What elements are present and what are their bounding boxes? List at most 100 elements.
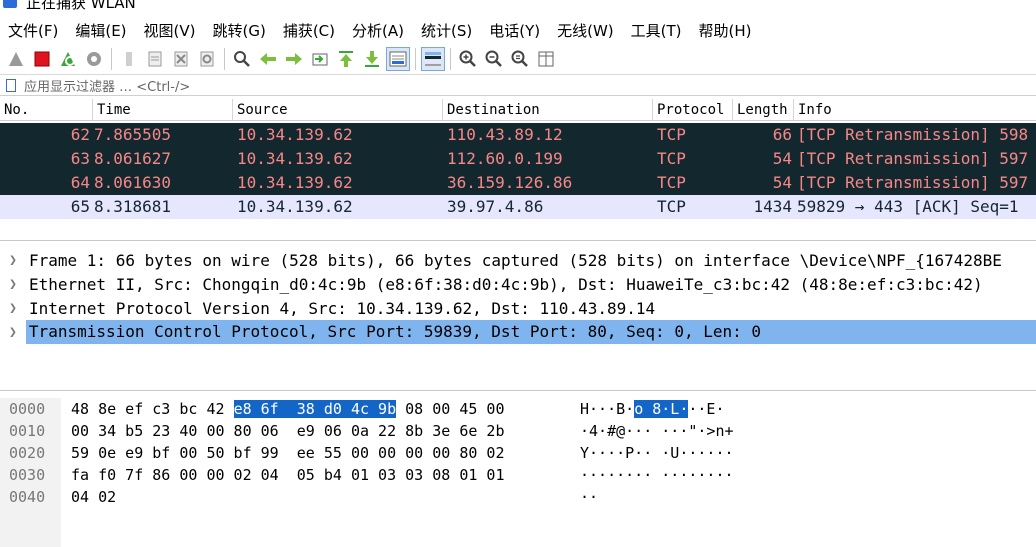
hex-ascii[interactable]: H···B·o 8·L···E· bbox=[580, 400, 725, 418]
packet-protocol: TCP bbox=[657, 197, 686, 216]
menu-tools[interactable]: 工具(T) bbox=[623, 20, 691, 41]
hex-bytes[interactable]: fa f0 7f 86 00 00 02 04 05 b4 01 03 03 0… bbox=[71, 466, 504, 484]
packet-time: 8.061630 bbox=[94, 173, 172, 192]
hex-ascii[interactable]: ········ ········ bbox=[580, 466, 734, 484]
bookmark-icon[interactable] bbox=[6, 78, 16, 92]
menu-telephony[interactable]: 电话(Y) bbox=[481, 20, 549, 41]
column-header-no[interactable]: No. bbox=[0, 99, 93, 120]
packet-info: 59829 → 443 [ACK] Seq=1 bbox=[797, 197, 1019, 216]
menu-go[interactable]: 跳转(G) bbox=[205, 20, 275, 41]
go-last-icon[interactable] bbox=[360, 47, 384, 71]
column-header-time[interactable]: Time bbox=[93, 99, 233, 120]
hex-ascii-a[interactable]: H···B· bbox=[580, 400, 634, 418]
packet-source: 10.34.139.62 bbox=[237, 197, 353, 216]
zoom-in-icon[interactable] bbox=[456, 47, 480, 71]
zoom-out-icon[interactable] bbox=[482, 47, 506, 71]
packet-row-selected[interactable]: 65 8.318681 10.34.139.62 39.97.4.86 TCP … bbox=[0, 195, 1036, 219]
close-file-icon[interactable] bbox=[169, 47, 193, 71]
colorize-icon[interactable] bbox=[421, 47, 445, 71]
packet-row[interactable]: 63 8.061627 10.34.139.62 112.60.0.199 TC… bbox=[0, 147, 1036, 171]
resize-columns-icon[interactable] bbox=[534, 47, 558, 71]
shark-fin-start-icon[interactable] bbox=[4, 47, 28, 71]
toolbar-divider bbox=[450, 48, 451, 70]
find-packet-icon[interactable] bbox=[230, 47, 254, 71]
column-header-protocol[interactable]: Protocol bbox=[653, 99, 733, 120]
hex-bytes[interactable]: 00 34 b5 23 40 00 80 06 e9 06 0a 22 8b 3… bbox=[71, 422, 504, 440]
menu-edit[interactable]: 编辑(E) bbox=[67, 20, 135, 41]
hex-offset: 0020 bbox=[9, 444, 46, 462]
menu-help[interactable]: 帮助(H) bbox=[691, 20, 761, 41]
packet-no: 62 bbox=[70, 125, 90, 144]
menu-file[interactable]: 文件(F) bbox=[0, 20, 67, 41]
hex-bytes-a[interactable]: 48 8e ef c3 bc 42 bbox=[71, 400, 234, 418]
menu-wireless[interactable]: 无线(W) bbox=[549, 20, 623, 41]
display-filter-bar[interactable]: 应用显示过滤器 … <Ctrl-/> bbox=[0, 74, 1036, 96]
pane-divider[interactable] bbox=[0, 390, 1036, 391]
packet-source: 10.34.139.62 bbox=[237, 149, 353, 168]
packet-source: 10.34.139.62 bbox=[237, 125, 353, 144]
hex-ascii-highlight[interactable]: o 8·L· bbox=[634, 400, 689, 418]
hex-ascii[interactable]: ·4·#@··· ···"·>n+ bbox=[580, 422, 734, 440]
go-first-icon[interactable] bbox=[334, 47, 358, 71]
menu-view[interactable]: 视图(V) bbox=[136, 20, 205, 41]
go-back-icon[interactable] bbox=[256, 47, 280, 71]
column-header-info[interactable]: Info bbox=[794, 99, 1036, 120]
chevron-right-icon[interactable]: ❯ bbox=[0, 325, 26, 340]
pane-divider[interactable] bbox=[0, 240, 1036, 241]
go-to-packet-icon[interactable] bbox=[308, 47, 332, 71]
menu-bar: 文件(F) 编辑(E) 视图(V) 跳转(G) 捕获(C) 分析(A) 统计(S… bbox=[0, 15, 1036, 45]
chevron-right-icon[interactable]: ❯ bbox=[0, 301, 26, 316]
packet-time: 8.061627 bbox=[94, 149, 172, 168]
packet-destination: 36.159.126.86 bbox=[447, 173, 573, 192]
packet-list-header: No. Time Source Destination Protocol Len… bbox=[0, 99, 1036, 121]
toolbar-divider bbox=[111, 48, 112, 70]
chevron-right-icon[interactable]: ❯ bbox=[0, 253, 26, 268]
column-header-length[interactable]: Length bbox=[733, 99, 794, 120]
hex-bytes-b[interactable]: 08 00 45 00 bbox=[396, 400, 504, 418]
packet-time: 7.865505 bbox=[94, 125, 172, 144]
stop-capture-icon[interactable] bbox=[30, 47, 54, 71]
save-file-icon[interactable] bbox=[143, 47, 167, 71]
menu-analyze[interactable]: 分析(A) bbox=[344, 20, 413, 41]
menu-capture[interactable]: 捕获(C) bbox=[275, 20, 344, 41]
reload-file-icon[interactable] bbox=[195, 47, 219, 71]
packet-destination: 39.97.4.86 bbox=[447, 197, 544, 216]
detail-frame[interactable]: ❯ Frame 1: 66 bytes on wire (528 bits), … bbox=[0, 248, 1036, 272]
detail-tcp-text: Transmission Control Protocol, Src Port:… bbox=[25, 320, 1036, 344]
detail-ethernet[interactable]: ❯ Ethernet II, Src: Chongqin_d0:4c:9b (e… bbox=[0, 272, 1036, 296]
hex-bytes-highlight[interactable]: e8 6f 38 d0 4c 9b bbox=[233, 400, 397, 418]
hex-ascii-b[interactable]: ··E· bbox=[688, 400, 724, 418]
packet-info: [TCP Retransmission] 597 bbox=[797, 173, 1029, 192]
display-filter-input[interactable]: 应用显示过滤器 … <Ctrl-/> bbox=[24, 76, 190, 95]
column-header-destination[interactable]: Destination bbox=[443, 99, 653, 120]
chevron-right-icon[interactable]: ❯ bbox=[0, 277, 26, 292]
column-header-source[interactable]: Source bbox=[233, 99, 443, 120]
zoom-normal-icon[interactable] bbox=[508, 47, 532, 71]
capture-options-icon[interactable] bbox=[82, 47, 106, 71]
detail-tcp[interactable]: ❯ Transmission Control Protocol, Src Por… bbox=[0, 320, 1036, 344]
hex-bytes[interactable]: 48 8e ef c3 bc 42 e8 6f 38 d0 4c 9b 08 0… bbox=[71, 400, 505, 418]
main-toolbar bbox=[0, 44, 1036, 74]
autoscroll-icon[interactable] bbox=[386, 47, 410, 71]
hex-offset: 0040 bbox=[9, 488, 46, 506]
menu-statistics[interactable]: 统计(S) bbox=[413, 20, 481, 41]
hex-bytes[interactable]: 59 0e e9 bf 00 50 bf 99 ee 55 00 00 00 0… bbox=[71, 444, 504, 462]
toolbar-divider bbox=[415, 48, 416, 70]
packet-row[interactable]: 64 8.061630 10.34.139.62 36.159.126.86 T… bbox=[0, 171, 1036, 195]
packet-row[interactable]: 62 7.865505 10.34.139.62 110.43.89.12 TC… bbox=[0, 123, 1036, 147]
packet-list: 62 7.865505 10.34.139.62 110.43.89.12 TC… bbox=[0, 123, 1036, 219]
packet-protocol: TCP bbox=[657, 149, 686, 168]
toolbar-divider bbox=[224, 48, 225, 70]
hex-offset: 0000 bbox=[9, 400, 46, 418]
hex-bytes[interactable]: 04 02 bbox=[71, 488, 116, 506]
hex-offset: 0030 bbox=[9, 466, 46, 484]
packet-bytes-pane: 0000 48 8e ef c3 bc 42 e8 6f 38 d0 4c 9b… bbox=[0, 398, 1036, 547]
go-forward-icon[interactable] bbox=[282, 47, 306, 71]
packet-length: 54 bbox=[772, 149, 792, 168]
restart-capture-icon[interactable] bbox=[56, 47, 80, 71]
hex-ascii[interactable]: Y····P·· ·U······ bbox=[580, 444, 734, 462]
hex-ascii[interactable]: ·· bbox=[580, 488, 598, 506]
open-file-icon[interactable] bbox=[117, 47, 141, 71]
packet-destination: 112.60.0.199 bbox=[447, 149, 563, 168]
detail-ipv4[interactable]: ❯ Internet Protocol Version 4, Src: 10.3… bbox=[0, 296, 1036, 320]
